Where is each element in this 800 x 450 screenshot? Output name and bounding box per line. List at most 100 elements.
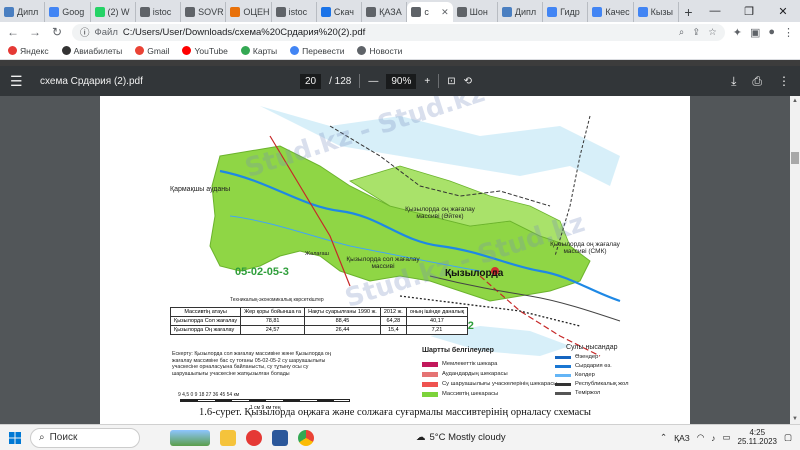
bookmark-item[interactable]: Новости xyxy=(357,46,402,56)
browser-tab[interactable]: istoc xyxy=(272,2,317,22)
bookmark-item[interactable]: YouTube xyxy=(182,46,228,56)
back-icon[interactable]: ← xyxy=(6,25,20,39)
download-icon[interactable]: ⤓ xyxy=(731,74,736,89)
browser-tab[interactable]: ОЦЕН xyxy=(226,2,272,22)
bookmarks-bar: Яндекс Авиабилеты Gmail YouTube Карты Перевес… xyxy=(0,42,800,60)
legend-swatch xyxy=(555,382,571,386)
legend-swatch xyxy=(555,364,571,368)
weather-text: 5°C Mostly cloudy xyxy=(429,432,506,443)
table-cell: 88,45 xyxy=(304,316,381,326)
bookmark-star-icon[interactable]: ☆ xyxy=(708,27,717,38)
legend-label: Республикалық жол xyxy=(575,381,629,387)
file-info-icon[interactable]: ⓘ xyxy=(80,25,90,39)
bookmark-item[interactable]: Карты xyxy=(240,46,277,56)
reload-icon[interactable]: ↻ xyxy=(50,25,64,39)
scroll-up-icon[interactable]: ▲ xyxy=(792,98,798,104)
scrollbar[interactable]: ▲ ▼ xyxy=(790,96,800,424)
scroll-down-icon[interactable]: ▼ xyxy=(792,416,798,422)
volume-icon[interactable]: ♪ xyxy=(711,433,715,443)
tab-label: Шон xyxy=(469,7,488,17)
weather-widget[interactable]: ☁ 5°C Mostly cloudy xyxy=(416,432,506,443)
scrollbar-thumb[interactable] xyxy=(791,152,799,164)
tab-favicon-icon xyxy=(275,7,286,17)
fit-page-icon[interactable]: ⊡ xyxy=(447,76,455,87)
browser-tab[interactable]: Дипл xyxy=(498,2,544,22)
bookmark-favicon-icon xyxy=(290,46,300,55)
browser-tab[interactable]: Goog xyxy=(45,2,91,22)
start-button[interactable] xyxy=(0,431,30,444)
tab-favicon-icon xyxy=(547,7,558,17)
legend-item: Өзендер xyxy=(555,354,598,360)
lang-indicator[interactable]: ҚАЗ xyxy=(674,433,690,443)
pdf-title: схема Срдария (2).pdf xyxy=(40,75,143,87)
legend-item: Республикалық жол xyxy=(555,381,628,387)
browser-tab[interactable]: Скач xyxy=(317,2,363,22)
bookmark-item[interactable]: Gmail xyxy=(135,46,169,56)
address-bar-row: ← → ↻ ⓘ Файл C:/Users/User/Downloads/схе… xyxy=(0,22,800,42)
tab-strip: Дипл Goog (2) W istoc SOVR ОЦЕН istoc Скач ҚАЗА с… xyxy=(0,0,800,22)
word-icon[interactable] xyxy=(272,429,288,446)
legend-item: Аудандардың шекарасы xyxy=(422,371,508,377)
menu-icon[interactable]: ⋮ xyxy=(783,26,794,39)
browser-tab[interactable]: Дипл xyxy=(0,2,46,22)
browser-tab[interactable]: ҚАЗА xyxy=(362,2,408,22)
wifi-icon[interactable]: ◠ xyxy=(697,432,704,443)
sidepanel-icon[interactable]: ▣ xyxy=(750,26,760,39)
tab-label: ҚАЗА xyxy=(379,7,402,17)
browser-tab[interactable]: с ✕ xyxy=(407,2,453,22)
chevron-up-icon[interactable]: ⌃ xyxy=(660,432,667,443)
tab-label: (2) W xyxy=(107,7,130,17)
notifications-icon[interactable]: ▢ xyxy=(784,432,792,443)
bookmark-item[interactable]: Авиабилеты xyxy=(61,46,122,56)
minimize-icon[interactable]: — xyxy=(698,5,732,17)
taskbar-search[interactable]: ⌕ Поиск xyxy=(30,427,140,448)
bookmark-item[interactable]: Перевести xyxy=(290,46,344,56)
page-number-input[interactable]: 20 xyxy=(300,73,322,89)
tab-label: Качес xyxy=(605,7,630,17)
browser-tab[interactable]: Шон xyxy=(453,2,498,22)
table-header-cell: Нақты суарылғаны 1990 ж. xyxy=(304,307,381,317)
forward-icon[interactable]: → xyxy=(28,25,42,39)
address-input[interactable]: ⓘ Файл C:/Users/User/Downloads/схема%20С… xyxy=(72,23,725,41)
browser-tab[interactable]: istoc xyxy=(136,2,182,22)
browser-tab[interactable]: Качес xyxy=(588,2,634,22)
new-tab-button[interactable]: + xyxy=(679,2,698,22)
tab-label: istoc xyxy=(152,7,172,17)
menu-hamburger-icon[interactable]: ☰ xyxy=(10,73,28,90)
maximize-icon[interactable]: ❐ xyxy=(732,5,766,18)
close-icon[interactable]: ✕ xyxy=(766,5,800,18)
print-icon[interactable]: ⎙ xyxy=(752,74,762,89)
profile-avatar[interactable]: ● xyxy=(768,26,775,39)
tab-favicon-icon xyxy=(366,7,377,17)
legend-label: Массивтің шекарасы xyxy=(442,391,499,397)
tab-favicon-icon xyxy=(139,7,150,17)
yandex-icon[interactable] xyxy=(246,429,262,446)
bookmark-label: Перевести xyxy=(302,45,345,56)
zoom-out-icon[interactable]: — xyxy=(368,76,378,87)
explorer-icon[interactable] xyxy=(220,429,236,446)
bookmark-item[interactable]: Яндекс xyxy=(8,46,49,56)
map-note: Ескерту: Қызылорда сол жағалау массивіне… xyxy=(172,351,331,377)
rotate-icon[interactable]: ⟲ xyxy=(464,76,472,87)
tab-favicon-icon xyxy=(456,7,467,17)
browser-tab[interactable]: Кызы xyxy=(634,2,679,22)
browser-tab[interactable]: Гидр xyxy=(543,2,589,22)
extensions-icon[interactable]: ✦ xyxy=(733,26,742,39)
clock[interactable]: 4:25 25.11.2023 xyxy=(738,428,777,447)
landscape-widget-icon[interactable] xyxy=(170,429,210,446)
share-icon[interactable]: ⇪ xyxy=(692,27,700,38)
tab-close-icon[interactable]: ✕ xyxy=(441,7,449,18)
battery-icon[interactable]: ▭ xyxy=(722,432,730,443)
windows-icon xyxy=(9,431,21,444)
zoom-in-icon[interactable]: + xyxy=(424,76,430,87)
legend-item: Массивтің шекарасы xyxy=(422,391,498,397)
zoom-search-icon[interactable]: ⌕ xyxy=(679,27,684,38)
window-controls: — ❐ ✕ xyxy=(698,0,800,22)
legend-item: Теміржол xyxy=(555,390,600,396)
legend-item: Мемлекеттік шекара xyxy=(422,361,497,367)
more-icon[interactable]: ⋮ xyxy=(778,74,790,89)
chrome-icon[interactable] xyxy=(298,429,314,446)
zoom-input[interactable]: 90% xyxy=(386,73,417,89)
browser-tab[interactable]: (2) W xyxy=(91,2,136,22)
browser-tab[interactable]: SOVR xyxy=(181,2,227,22)
